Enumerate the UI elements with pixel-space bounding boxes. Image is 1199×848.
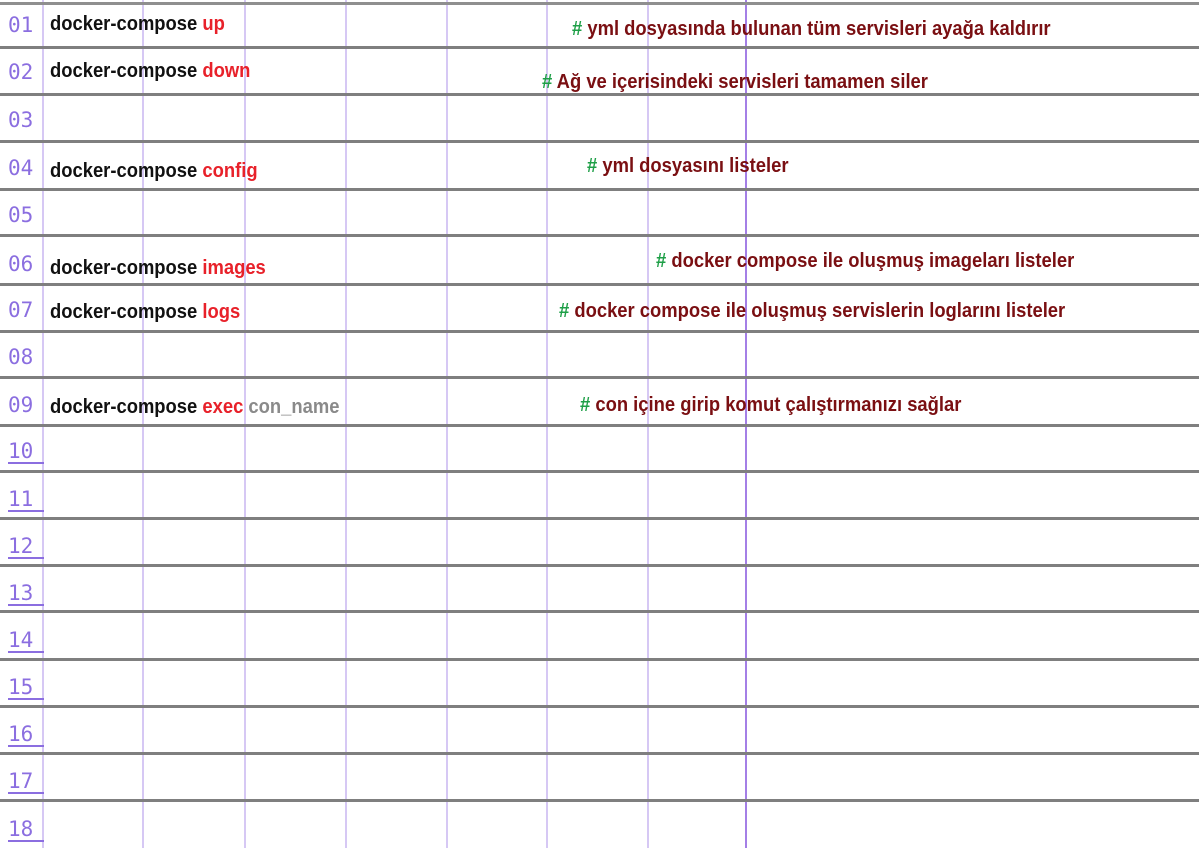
comment-down: # Ağ ve içerisindeki servisleri tamamen … — [542, 70, 928, 94]
rule-line — [0, 2, 1199, 5]
line-number: 17 — [8, 770, 44, 794]
comment-text: docker compose ile oluşmuş servislerin l… — [574, 300, 1066, 322]
comment-hash: # — [559, 300, 570, 322]
comment-hash: # — [542, 71, 553, 93]
rule-line — [0, 283, 1199, 286]
command-base: docker-compose — [50, 13, 198, 35]
comment-hash: # — [580, 394, 591, 416]
command-verb: down — [202, 60, 251, 82]
comment-config: # yml dosyasını listeler — [587, 154, 788, 178]
command-base: docker-compose — [50, 301, 198, 323]
line-number: 07 — [8, 298, 34, 322]
rule-line — [0, 658, 1199, 661]
line-number: 11 — [8, 488, 44, 512]
line-number: 16 — [8, 723, 44, 747]
rule-line — [0, 705, 1199, 708]
comment-text: Ağ ve içerisindeki servisleri tamamen si… — [556, 71, 928, 93]
rule-line — [0, 610, 1199, 613]
line-number: 05 — [8, 203, 34, 227]
line-number: 03 — [8, 108, 34, 132]
line-number: 01 — [8, 13, 34, 37]
command-verb: logs — [202, 301, 241, 323]
comment-hash: # — [587, 155, 598, 177]
comment-text: yml dosyasında bulunan tüm servisleri ay… — [587, 18, 1051, 40]
rule-line — [0, 140, 1199, 143]
rule-line — [0, 752, 1199, 755]
command-verb: exec — [202, 396, 244, 418]
rule-line — [0, 46, 1199, 49]
comment-text: docker compose ile oluşmuş imageları lis… — [671, 250, 1075, 272]
rule-line — [0, 188, 1199, 191]
comment-text: yml dosyasını listeler — [602, 155, 789, 177]
comment-hash: # — [572, 18, 583, 40]
command-logs: docker-compose logs — [50, 300, 240, 324]
command-images: docker-compose images — [50, 256, 266, 280]
line-number: 18 — [8, 818, 44, 842]
rule-line — [0, 470, 1199, 473]
line-number: 14 — [8, 629, 44, 653]
ruled-sheet: 01 02 03 04 05 06 07 08 09 10 11 12 13 1… — [0, 0, 1199, 848]
command-base: docker-compose — [50, 257, 198, 279]
command-base: docker-compose — [50, 60, 198, 82]
comment-text: con içine girip komut çalıştırmanızı sağ… — [595, 394, 962, 416]
comment-logs: # docker compose ile oluşmuş servislerin… — [559, 299, 1065, 323]
line-number: 13 — [8, 582, 44, 606]
rule-line — [0, 564, 1199, 567]
line-number: 04 — [8, 156, 34, 180]
command-down: docker-compose down — [50, 59, 250, 83]
command-config: docker-compose config — [50, 159, 258, 183]
line-number: 15 — [8, 676, 44, 700]
rule-line — [0, 376, 1199, 379]
line-number: 08 — [8, 345, 34, 369]
command-base: docker-compose — [50, 160, 198, 182]
command-verb: config — [202, 160, 258, 182]
line-number: 09 — [8, 393, 34, 417]
comment-exec: # con içine girip komut çalıştırmanızı s… — [580, 393, 961, 417]
line-number: 12 — [8, 535, 44, 559]
rule-line — [0, 799, 1199, 802]
rule-line — [0, 424, 1199, 427]
command-exec: docker-compose exec con_name — [50, 395, 339, 419]
rule-line — [0, 517, 1199, 520]
line-number: 02 — [8, 60, 34, 84]
command-base: docker-compose — [50, 396, 198, 418]
line-number: 10 — [8, 440, 44, 464]
command-verb: up — [202, 13, 225, 35]
comment-images: # docker compose ile oluşmuş imageları l… — [656, 249, 1074, 273]
command-verb: images — [202, 257, 266, 279]
comment-up: # yml dosyasında bulunan tüm servisleri … — [572, 17, 1051, 41]
rule-line — [0, 234, 1199, 237]
line-number: 06 — [8, 252, 34, 276]
command-up: docker-compose up — [50, 12, 225, 36]
comment-hash: # — [656, 250, 667, 272]
rule-line — [0, 330, 1199, 333]
command-argument: con_name — [248, 396, 340, 418]
